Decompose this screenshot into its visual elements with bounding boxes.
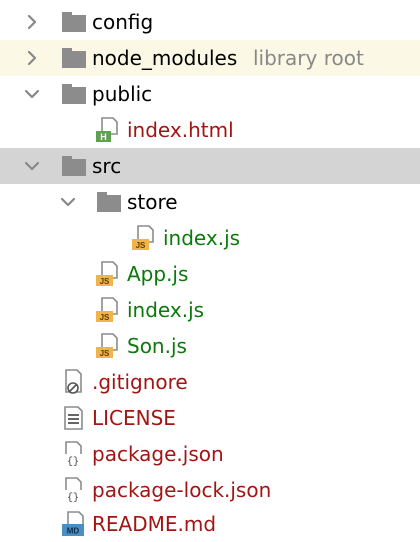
tree-row-gitignore[interactable]: .gitignore: [0, 364, 420, 400]
svg-text:{}: {}: [67, 456, 79, 467]
tree-item-label: package-lock.json: [92, 478, 272, 502]
tree-item-label: App.js: [127, 262, 189, 286]
folder-icon: [62, 4, 86, 40]
tree-row-son-js[interactable]: JS Son.js: [0, 328, 420, 364]
tree-row-node-modules[interactable]: node_modules library root: [0, 40, 420, 76]
chevron-down-icon[interactable]: [22, 148, 42, 184]
tree-item-label: README.md: [92, 512, 217, 536]
tree-row-package-lock-json[interactable]: {} package-lock.json: [0, 472, 420, 508]
chevron-down-icon[interactable]: [22, 76, 42, 112]
tree-item-label: index.js: [163, 226, 241, 250]
js-file-icon: JS: [96, 292, 120, 328]
tree-row-public[interactable]: public: [0, 76, 420, 112]
json-file-icon: {}: [62, 436, 86, 472]
tree-item-label: store: [127, 190, 178, 214]
folder-icon: [97, 184, 121, 220]
tree-row-app-js[interactable]: JS App.js: [0, 256, 420, 292]
svg-text:H: H: [100, 132, 107, 142]
library-root-hint: library root: [253, 46, 364, 70]
tree-item-label: index.html: [127, 118, 234, 142]
tree-row-readme-md[interactable]: MD README.md: [0, 506, 420, 542]
tree-item-label: config: [92, 10, 154, 34]
svg-text:JS: JS: [136, 241, 146, 250]
gitignore-file-icon: [62, 364, 86, 400]
js-file-icon: JS: [96, 328, 120, 364]
tree-item-label: src: [92, 154, 122, 178]
tree-row-store-index-js[interactable]: JS index.js: [0, 220, 420, 256]
svg-text:{}: {}: [67, 492, 79, 503]
tree-row-config[interactable]: config: [0, 4, 420, 40]
tree-item-label: package.json: [92, 442, 224, 466]
json-file-icon: {}: [62, 472, 86, 508]
tree-item-label: node_modules: [92, 46, 238, 70]
markdown-file-icon: MD: [62, 506, 88, 542]
tree-row-index-html[interactable]: H index.html: [0, 112, 420, 148]
chevron-right-icon[interactable]: [22, 4, 42, 40]
folder-icon: [62, 148, 86, 184]
tree-row-package-json[interactable]: {} package.json: [0, 436, 420, 472]
text-file-icon: [62, 400, 86, 436]
tree-item-label: public: [92, 82, 153, 106]
html-file-icon: H: [96, 112, 120, 148]
folder-icon: [62, 76, 86, 112]
tree-row-license[interactable]: LICENSE: [0, 400, 420, 436]
chevron-right-icon[interactable]: [22, 40, 42, 76]
tree-item-label: .gitignore: [92, 370, 188, 394]
tree-row-src[interactable]: src: [0, 148, 420, 184]
tree-item-label: Son.js: [127, 334, 187, 358]
tree-row-index-js[interactable]: JS index.js: [0, 292, 420, 328]
js-file-icon: JS: [96, 256, 120, 292]
svg-text:JS: JS: [100, 349, 110, 358]
js-file-icon: JS: [132, 220, 156, 256]
chevron-down-icon[interactable]: [58, 184, 78, 220]
project-file-tree: config node_modules library root public …: [0, 0, 420, 539]
svg-text:MD: MD: [67, 527, 80, 536]
tree-item-label: index.js: [127, 298, 205, 322]
tree-row-store[interactable]: store: [0, 184, 420, 220]
svg-text:JS: JS: [100, 313, 110, 322]
svg-text:JS: JS: [100, 277, 110, 286]
folder-icon: [62, 40, 86, 76]
tree-item-label: LICENSE: [92, 406, 176, 430]
